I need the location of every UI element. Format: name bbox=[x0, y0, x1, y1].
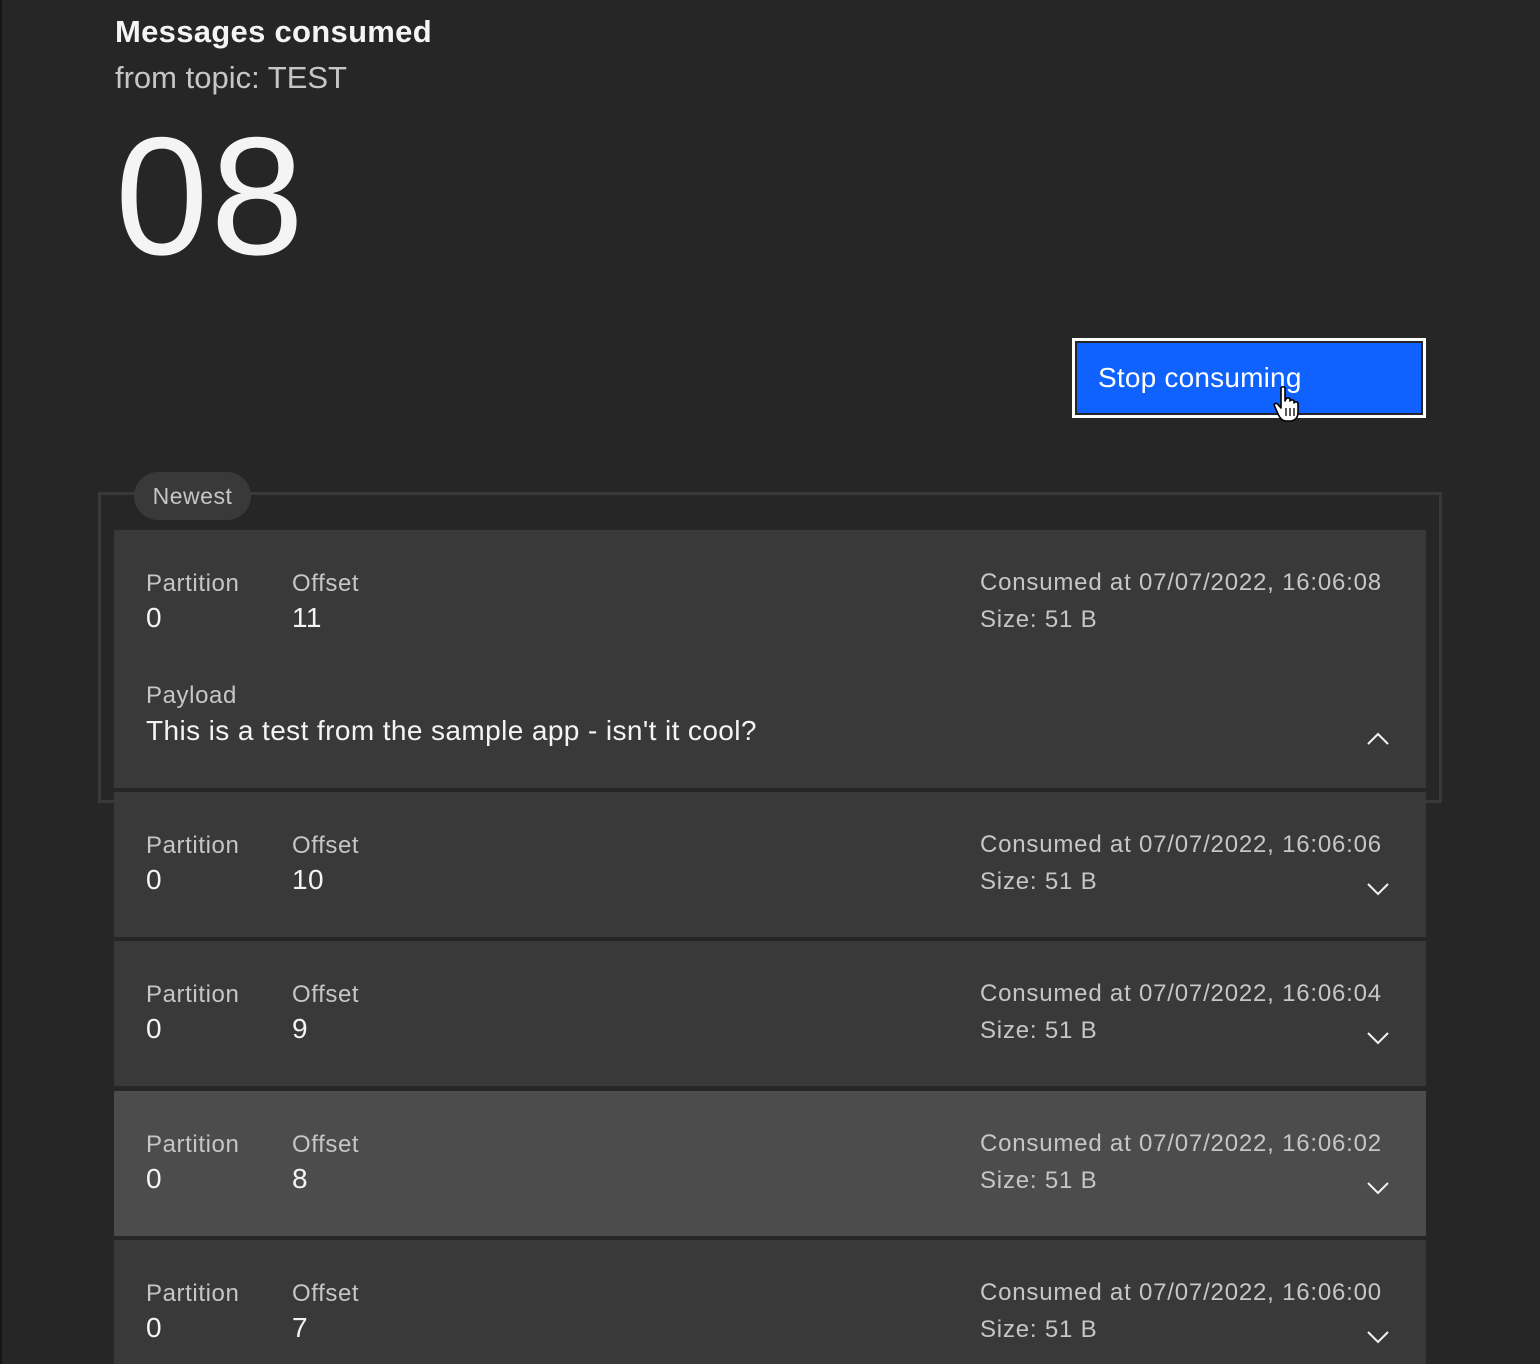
partition-label: Partition bbox=[146, 832, 240, 859]
partition-label: Partition bbox=[146, 981, 240, 1008]
chevron-down-icon[interactable] bbox=[1366, 882, 1390, 896]
partition-value: 0 bbox=[146, 1312, 162, 1343]
messages-count: 08 bbox=[115, 102, 306, 290]
partition-value: 0 bbox=[146, 1163, 162, 1194]
page-title: Messages consumed bbox=[115, 14, 432, 49]
offset-value: 9 bbox=[292, 1013, 308, 1044]
partition-label: Partition bbox=[146, 1131, 240, 1158]
message-card[interactable]: Partition 0 Offset 9 Consumed at 07/07/2… bbox=[114, 941, 1426, 1086]
offset-label: Offset bbox=[292, 1131, 360, 1158]
chevron-down-icon[interactable] bbox=[1366, 1031, 1390, 1045]
message-card[interactable]: Partition 0 Offset 10 Consumed at 07/07/… bbox=[114, 792, 1426, 937]
message-size: Size: 51 B bbox=[980, 868, 1098, 895]
offset-label: Offset bbox=[292, 832, 360, 859]
offset-label: Offset bbox=[292, 570, 360, 597]
consumed-at: Consumed at 07/07/2022, 16:06:04 bbox=[980, 980, 1382, 1007]
offset-value: 10 bbox=[292, 864, 324, 895]
message-size: Size: 51 B bbox=[980, 606, 1098, 633]
offset-value: 8 bbox=[292, 1163, 308, 1194]
partition-label: Partition bbox=[146, 570, 240, 597]
hand-pointer-icon bbox=[1273, 386, 1299, 422]
topic-subtitle: from topic: TEST bbox=[115, 60, 347, 95]
message-size: Size: 51 B bbox=[980, 1316, 1098, 1343]
left-border bbox=[0, 0, 2, 1364]
chevron-up-icon[interactable] bbox=[1366, 732, 1390, 746]
payload-value: This is a test from the sample app - isn… bbox=[146, 715, 757, 746]
stop-consuming-label: Stop consuming bbox=[1077, 343, 1421, 413]
stop-consuming-button[interactable]: Stop consuming bbox=[1072, 338, 1426, 418]
consumed-at: Consumed at 07/07/2022, 16:06:08 bbox=[980, 569, 1382, 596]
newest-badge: Newest bbox=[134, 472, 251, 520]
offset-label: Offset bbox=[292, 981, 360, 1008]
consumed-at: Consumed at 07/07/2022, 16:06:00 bbox=[980, 1279, 1382, 1306]
chevron-down-icon[interactable] bbox=[1366, 1330, 1390, 1344]
payload-label: Payload bbox=[146, 682, 237, 709]
consumed-at: Consumed at 07/07/2022, 16:06:02 bbox=[980, 1130, 1382, 1157]
message-card[interactable]: Partition 0 Offset 7 Consumed at 07/07/2… bbox=[114, 1240, 1426, 1364]
message-card[interactable]: Partition 0 Offset 8 Consumed at 07/07/2… bbox=[114, 1091, 1426, 1236]
offset-value: 7 bbox=[292, 1312, 308, 1343]
consumed-at: Consumed at 07/07/2022, 16:06:06 bbox=[980, 831, 1382, 858]
offset-label: Offset bbox=[292, 1280, 360, 1307]
offset-value: 11 bbox=[292, 602, 322, 633]
partition-value: 0 bbox=[146, 1013, 162, 1044]
message-size: Size: 51 B bbox=[980, 1017, 1098, 1044]
message-size: Size: 51 B bbox=[980, 1167, 1098, 1194]
partition-label: Partition bbox=[146, 1280, 240, 1307]
chevron-down-icon[interactable] bbox=[1366, 1181, 1390, 1195]
message-card[interactable]: Partition 0 Offset 11 Consumed at 07/07/… bbox=[114, 530, 1426, 788]
partition-value: 0 bbox=[146, 864, 162, 895]
partition-value: 0 bbox=[146, 602, 162, 633]
